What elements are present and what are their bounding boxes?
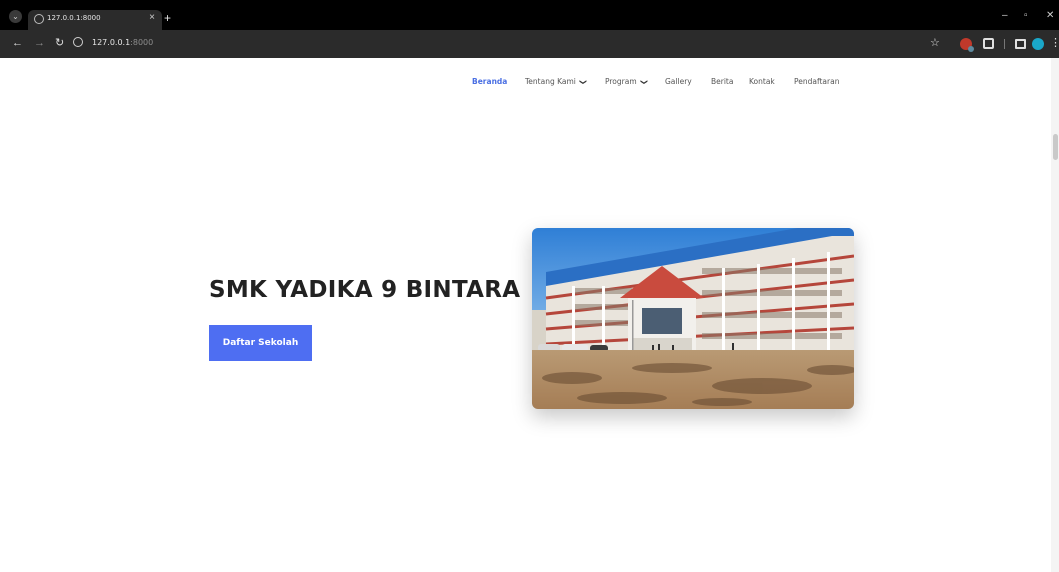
school-building-photo [532, 228, 854, 409]
browser-tab[interactable]: 127.0.0.1:8000 × [28, 10, 162, 30]
bookmark-star-icon[interactable]: ☆ [930, 37, 940, 49]
forward-icon[interactable]: → [34, 37, 45, 49]
restore-icon[interactable]: ▫ [1024, 10, 1028, 22]
nav-link-beranda[interactable]: Beranda [472, 77, 507, 86]
tab-close-icon[interactable]: × [149, 12, 155, 23]
nav-link-berita[interactable]: Berita [711, 77, 733, 86]
close-icon[interactable]: ✕ [1046, 10, 1054, 22]
page-viewport: Beranda Tentang Kami ❯ Program ❯ Gallery B… [0, 58, 1059, 572]
address-bar[interactable]: 127.0.0.1:8000 [70, 34, 930, 54]
side-panel-icon[interactable] [1015, 39, 1026, 49]
nav-link-gallery[interactable]: Gallery [665, 77, 692, 86]
extension-icon[interactable] [960, 38, 974, 52]
daftar-sekolah-button[interactable]: Daftar Sekolah [209, 325, 312, 361]
new-tab-button[interactable]: + [164, 12, 171, 24]
menu-icon[interactable]: ⋮ [1050, 37, 1059, 49]
site-info-icon[interactable] [73, 37, 83, 47]
toolbar-divider [1004, 39, 1005, 49]
scrollbar-thumb[interactable] [1053, 134, 1058, 160]
page-scrollbar[interactable] [1051, 58, 1059, 572]
chevron-down-icon: ❯ [639, 79, 648, 85]
browser-tab-strip: ⌄ 127.0.0.1:8000 × + – ▫ ✕ [0, 0, 1059, 30]
site-favicon-icon [34, 14, 44, 24]
browser-toolbar: ← → ↻ 127.0.0.1:8000 ☆ ⋮ [0, 30, 1059, 58]
hero-title: SMK YADIKA 9 BINTARA [209, 277, 521, 303]
nav-link-program[interactable]: Program ❯ [605, 77, 648, 86]
profile-avatar[interactable] [1032, 38, 1044, 50]
address-url[interactable]: 127.0.0.1:8000 [92, 38, 153, 47]
minimize-icon[interactable]: – [1002, 10, 1008, 22]
site-navbar: Beranda Tentang Kami ❯ Program ❯ Gallery B… [472, 77, 852, 89]
chevron-down-icon: ❯ [578, 79, 587, 85]
nav-link-pendaftaran[interactable]: Pendaftaran [794, 77, 839, 86]
reload-icon[interactable]: ↻ [55, 37, 64, 49]
back-icon[interactable]: ← [12, 37, 23, 49]
tab-title: 127.0.0.1:8000 [47, 14, 101, 22]
nav-link-kontak[interactable]: Kontak [749, 77, 775, 86]
puzzle-icon[interactable] [983, 38, 994, 49]
tab-search-icon[interactable]: ⌄ [9, 10, 22, 23]
nav-link-tentang-kami[interactable]: Tentang Kami ❯ [525, 77, 587, 86]
